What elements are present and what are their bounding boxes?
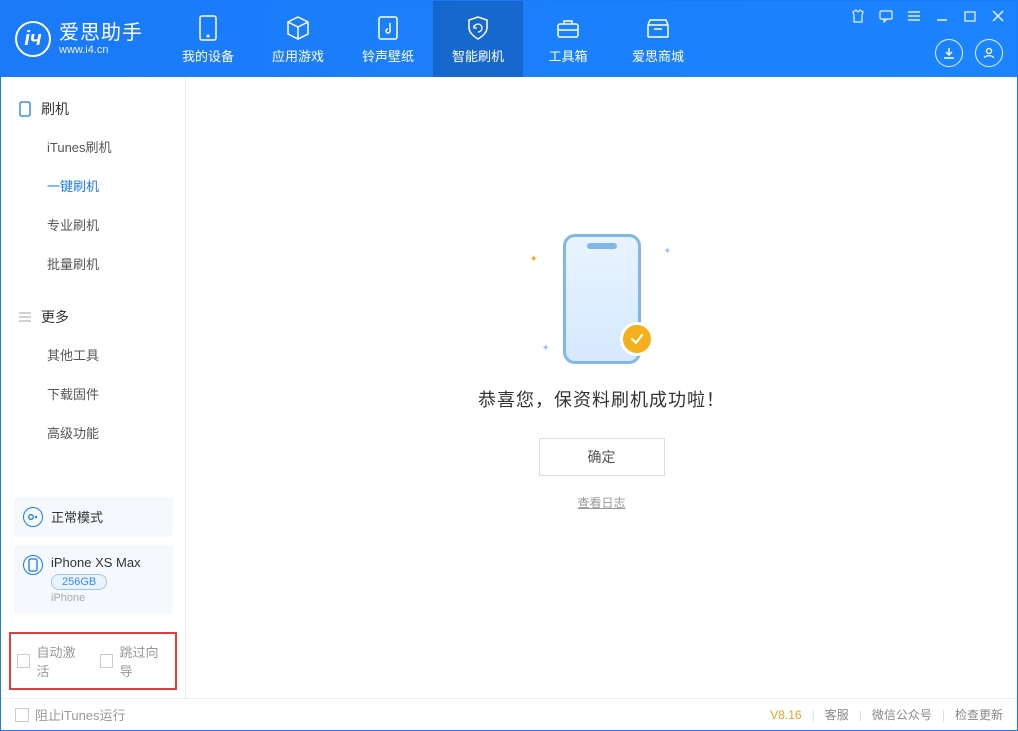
checkbox-label: 阻止iTunes运行 [35, 705, 126, 724]
user-button[interactable] [975, 39, 1003, 67]
body: 刷机 iTunes刷机 一键刷机 专业刷机 批量刷机 更多 其他工具 下载固件 … [1, 77, 1017, 698]
download-button[interactable] [935, 39, 963, 67]
tab-label: 爱思商城 [632, 46, 684, 65]
toolbox-icon [554, 14, 582, 42]
app-window: iч 爱思助手 www.i4.cn 我的设备 应用游戏 铃声壁纸 智能刷机 [0, 0, 1018, 731]
sparkle-icon: ✦ [530, 254, 538, 265]
sidebar-item-pro-flash[interactable]: 专业刷机 [1, 205, 185, 244]
header: iч 爱思助手 www.i4.cn 我的设备 应用游戏 铃声壁纸 智能刷机 [1, 1, 1017, 77]
header-right-actions [935, 39, 1003, 67]
list-icon [17, 309, 33, 325]
sidebar-item-other-tools[interactable]: 其他工具 [1, 335, 185, 374]
device-mode-label: 正常模式 [51, 507, 103, 526]
tab-label: 工具箱 [548, 46, 587, 65]
window-controls [849, 7, 1007, 25]
tshirt-icon[interactable] [849, 7, 867, 25]
footer-link-wechat[interactable]: 微信公众号 [872, 706, 932, 723]
menu-icon[interactable] [905, 7, 923, 25]
tab-my-device[interactable]: 我的设备 [163, 1, 253, 77]
sidebar: 刷机 iTunes刷机 一键刷机 专业刷机 批量刷机 更多 其他工具 下载固件 … [1, 77, 186, 698]
sparkle-icon: ✦ [663, 246, 671, 257]
tab-smart-flash[interactable]: 智能刷机 [433, 1, 523, 77]
footer: 阻止iTunes运行 V8.16 | 客服 | 微信公众号 | 检查更新 [1, 698, 1017, 730]
app-subtitle: www.i4.cn [59, 44, 143, 56]
checkbox-icon [17, 654, 30, 668]
footer-link-update[interactable]: 检查更新 [955, 706, 1003, 723]
checkbox-icon [100, 654, 113, 668]
highlighted-options: 自动激活 跳过向导 [9, 632, 177, 690]
close-button[interactable] [989, 7, 1007, 25]
phone-outline-icon [23, 555, 43, 575]
music-file-icon [374, 14, 402, 42]
store-icon [644, 14, 672, 42]
phone-icon [17, 101, 33, 117]
app-title: 爱思助手 [59, 22, 143, 44]
sidebar-item-onekey-flash[interactable]: 一键刷机 [1, 166, 185, 205]
checkmark-badge-icon [620, 322, 654, 356]
logo-icon: iч [15, 21, 51, 57]
sidebar-item-batch-flash[interactable]: 批量刷机 [1, 244, 185, 283]
version-label: V8.16 [770, 708, 801, 722]
success-illustration: ✦ ✦ ✦ [502, 224, 702, 374]
device-icon [194, 14, 222, 42]
shield-refresh-icon [464, 14, 492, 42]
maximize-button[interactable] [961, 7, 979, 25]
footer-link-support[interactable]: 客服 [825, 706, 849, 723]
sidebar-group-flash: 刷机 [1, 91, 185, 127]
tab-toolbox[interactable]: 工具箱 [523, 1, 613, 77]
group-title: 更多 [41, 307, 69, 327]
cube-icon [284, 14, 312, 42]
tab-label: 应用游戏 [272, 46, 324, 65]
top-tabs: 我的设备 应用游戏 铃声壁纸 智能刷机 工具箱 爱思商城 [163, 1, 703, 77]
sparkle-icon: ✦ [542, 343, 550, 354]
tab-label: 铃声壁纸 [362, 46, 414, 65]
sidebar-group-more: 更多 [1, 299, 185, 335]
device-mode-card[interactable]: 正常模式 [13, 497, 173, 537]
checkbox-label: 自动激活 [36, 642, 86, 680]
minimize-button[interactable] [933, 7, 951, 25]
device-name: iPhone XS Max [51, 555, 141, 570]
mode-icon [23, 507, 43, 527]
view-log-link[interactable]: 查看日志 [577, 494, 625, 511]
device-type: iPhone [51, 592, 141, 604]
checkbox-label: 跳过向导 [119, 642, 169, 680]
device-info-card[interactable]: iPhone XS Max 256GB iPhone [13, 545, 173, 614]
group-title: 刷机 [41, 99, 69, 119]
checkbox-block-itunes[interactable]: 阻止iTunes运行 [15, 705, 126, 724]
tab-apps-games[interactable]: 应用游戏 [253, 1, 343, 77]
main-content: ✦ ✦ ✦ 恭喜您，保资料刷机成功啦！ 确定 查看日志 [186, 77, 1017, 698]
device-storage: 256GB [51, 574, 107, 590]
sidebar-item-advanced[interactable]: 高级功能 [1, 413, 185, 452]
checkbox-auto-activate[interactable]: 自动激活 [17, 642, 86, 680]
checkbox-icon [15, 708, 29, 722]
tab-label: 我的设备 [182, 46, 234, 65]
sidebar-item-download-firmware[interactable]: 下载固件 [1, 374, 185, 413]
tab-label: 智能刷机 [452, 46, 504, 65]
tab-store[interactable]: 爱思商城 [613, 1, 703, 77]
checkbox-skip-guide[interactable]: 跳过向导 [100, 642, 169, 680]
success-message: 恭喜您，保资料刷机成功啦！ [478, 386, 725, 412]
feedback-icon[interactable] [877, 7, 895, 25]
ok-button[interactable]: 确定 [539, 438, 665, 476]
tab-ringtones-wallpapers[interactable]: 铃声壁纸 [343, 1, 433, 77]
sidebar-item-itunes-flash[interactable]: iTunes刷机 [1, 127, 185, 166]
logo: iч 爱思助手 www.i4.cn [1, 1, 163, 77]
